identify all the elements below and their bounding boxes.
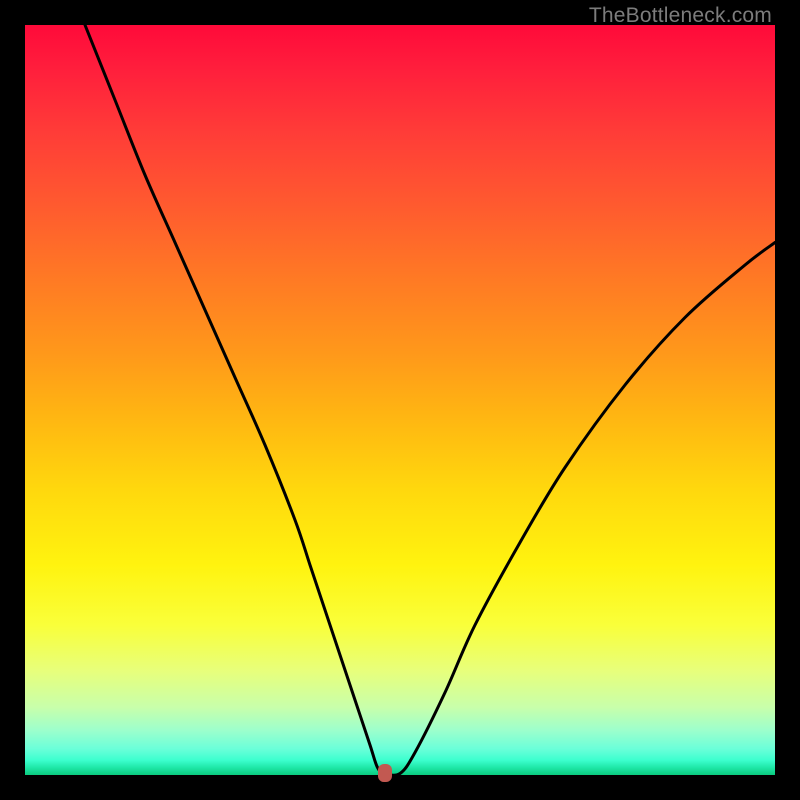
minimum-marker: [378, 764, 392, 782]
chart-frame: TheBottleneck.com: [0, 0, 800, 800]
bottleneck-curve: [85, 25, 775, 775]
plot-area: [25, 25, 775, 775]
curve-svg: [25, 25, 775, 775]
